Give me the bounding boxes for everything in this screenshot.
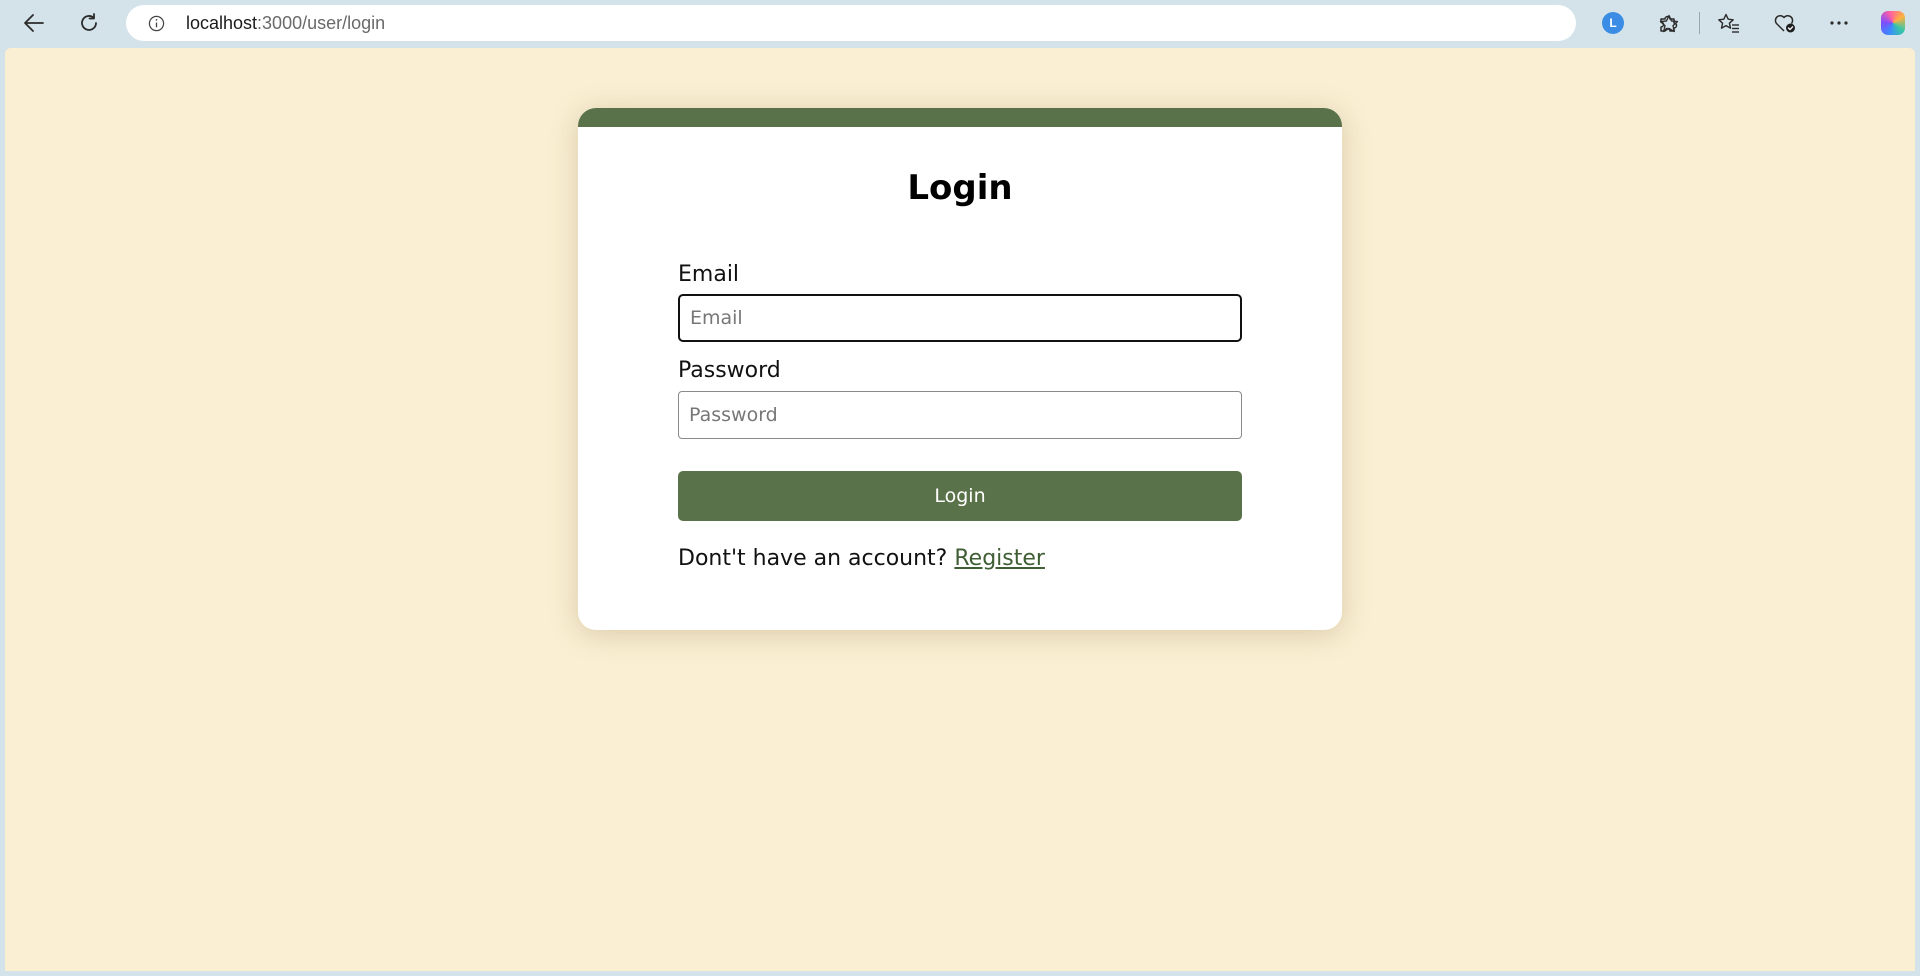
url-path: :3000/user/login bbox=[257, 13, 386, 33]
favorites-icon bbox=[1718, 13, 1739, 33]
login-card: Login Email Password Login Dont't have a… bbox=[578, 108, 1342, 630]
address-bar[interactable]: localhost:3000/user/login bbox=[126, 5, 1679, 41]
back-button[interactable] bbox=[17, 6, 51, 40]
more-icon bbox=[1830, 21, 1848, 25]
extensions-button[interactable] bbox=[1651, 6, 1685, 40]
heart-check-icon bbox=[1774, 15, 1795, 33]
url-host: localhost bbox=[186, 13, 258, 33]
puzzle-icon bbox=[1660, 15, 1678, 32]
browser-toolbar: localhost:3000/user/login L bbox=[0, 0, 1920, 45]
page-viewport: Login Email Password Login Dont't have a… bbox=[5, 48, 1915, 971]
favorites-button[interactable] bbox=[1712, 6, 1746, 40]
email-field[interactable] bbox=[678, 294, 1242, 342]
lb-extension-icon: L bbox=[1602, 12, 1624, 34]
register-link[interactable]: Register bbox=[954, 546, 1045, 571]
settings-menu-button[interactable] bbox=[1822, 6, 1856, 40]
arrow-left-icon bbox=[24, 14, 44, 32]
reload-button[interactable] bbox=[72, 6, 106, 40]
reload-icon bbox=[81, 13, 97, 31]
copilot-button[interactable] bbox=[1876, 6, 1910, 40]
email-label: Email bbox=[678, 262, 740, 287]
url-text[interactable]: localhost:3000/user/login bbox=[186, 13, 385, 33]
login-button[interactable]: Login bbox=[678, 471, 1242, 521]
password-label: Password bbox=[678, 358, 781, 383]
lb-extension-button[interactable]: L bbox=[1596, 6, 1630, 40]
register-prompt-text: Dont't have an account? bbox=[678, 546, 948, 571]
browser-essentials-button[interactable] bbox=[1768, 6, 1802, 40]
page-title: Login bbox=[907, 168, 1013, 208]
toolbar-separator bbox=[1699, 12, 1700, 34]
card-accent-bar bbox=[578, 108, 1342, 127]
password-field[interactable] bbox=[678, 391, 1242, 439]
copilot-icon bbox=[1881, 11, 1905, 35]
info-icon[interactable] bbox=[148, 15, 165, 32]
register-prompt-line: Dont't have an account? Register bbox=[678, 545, 1045, 573]
